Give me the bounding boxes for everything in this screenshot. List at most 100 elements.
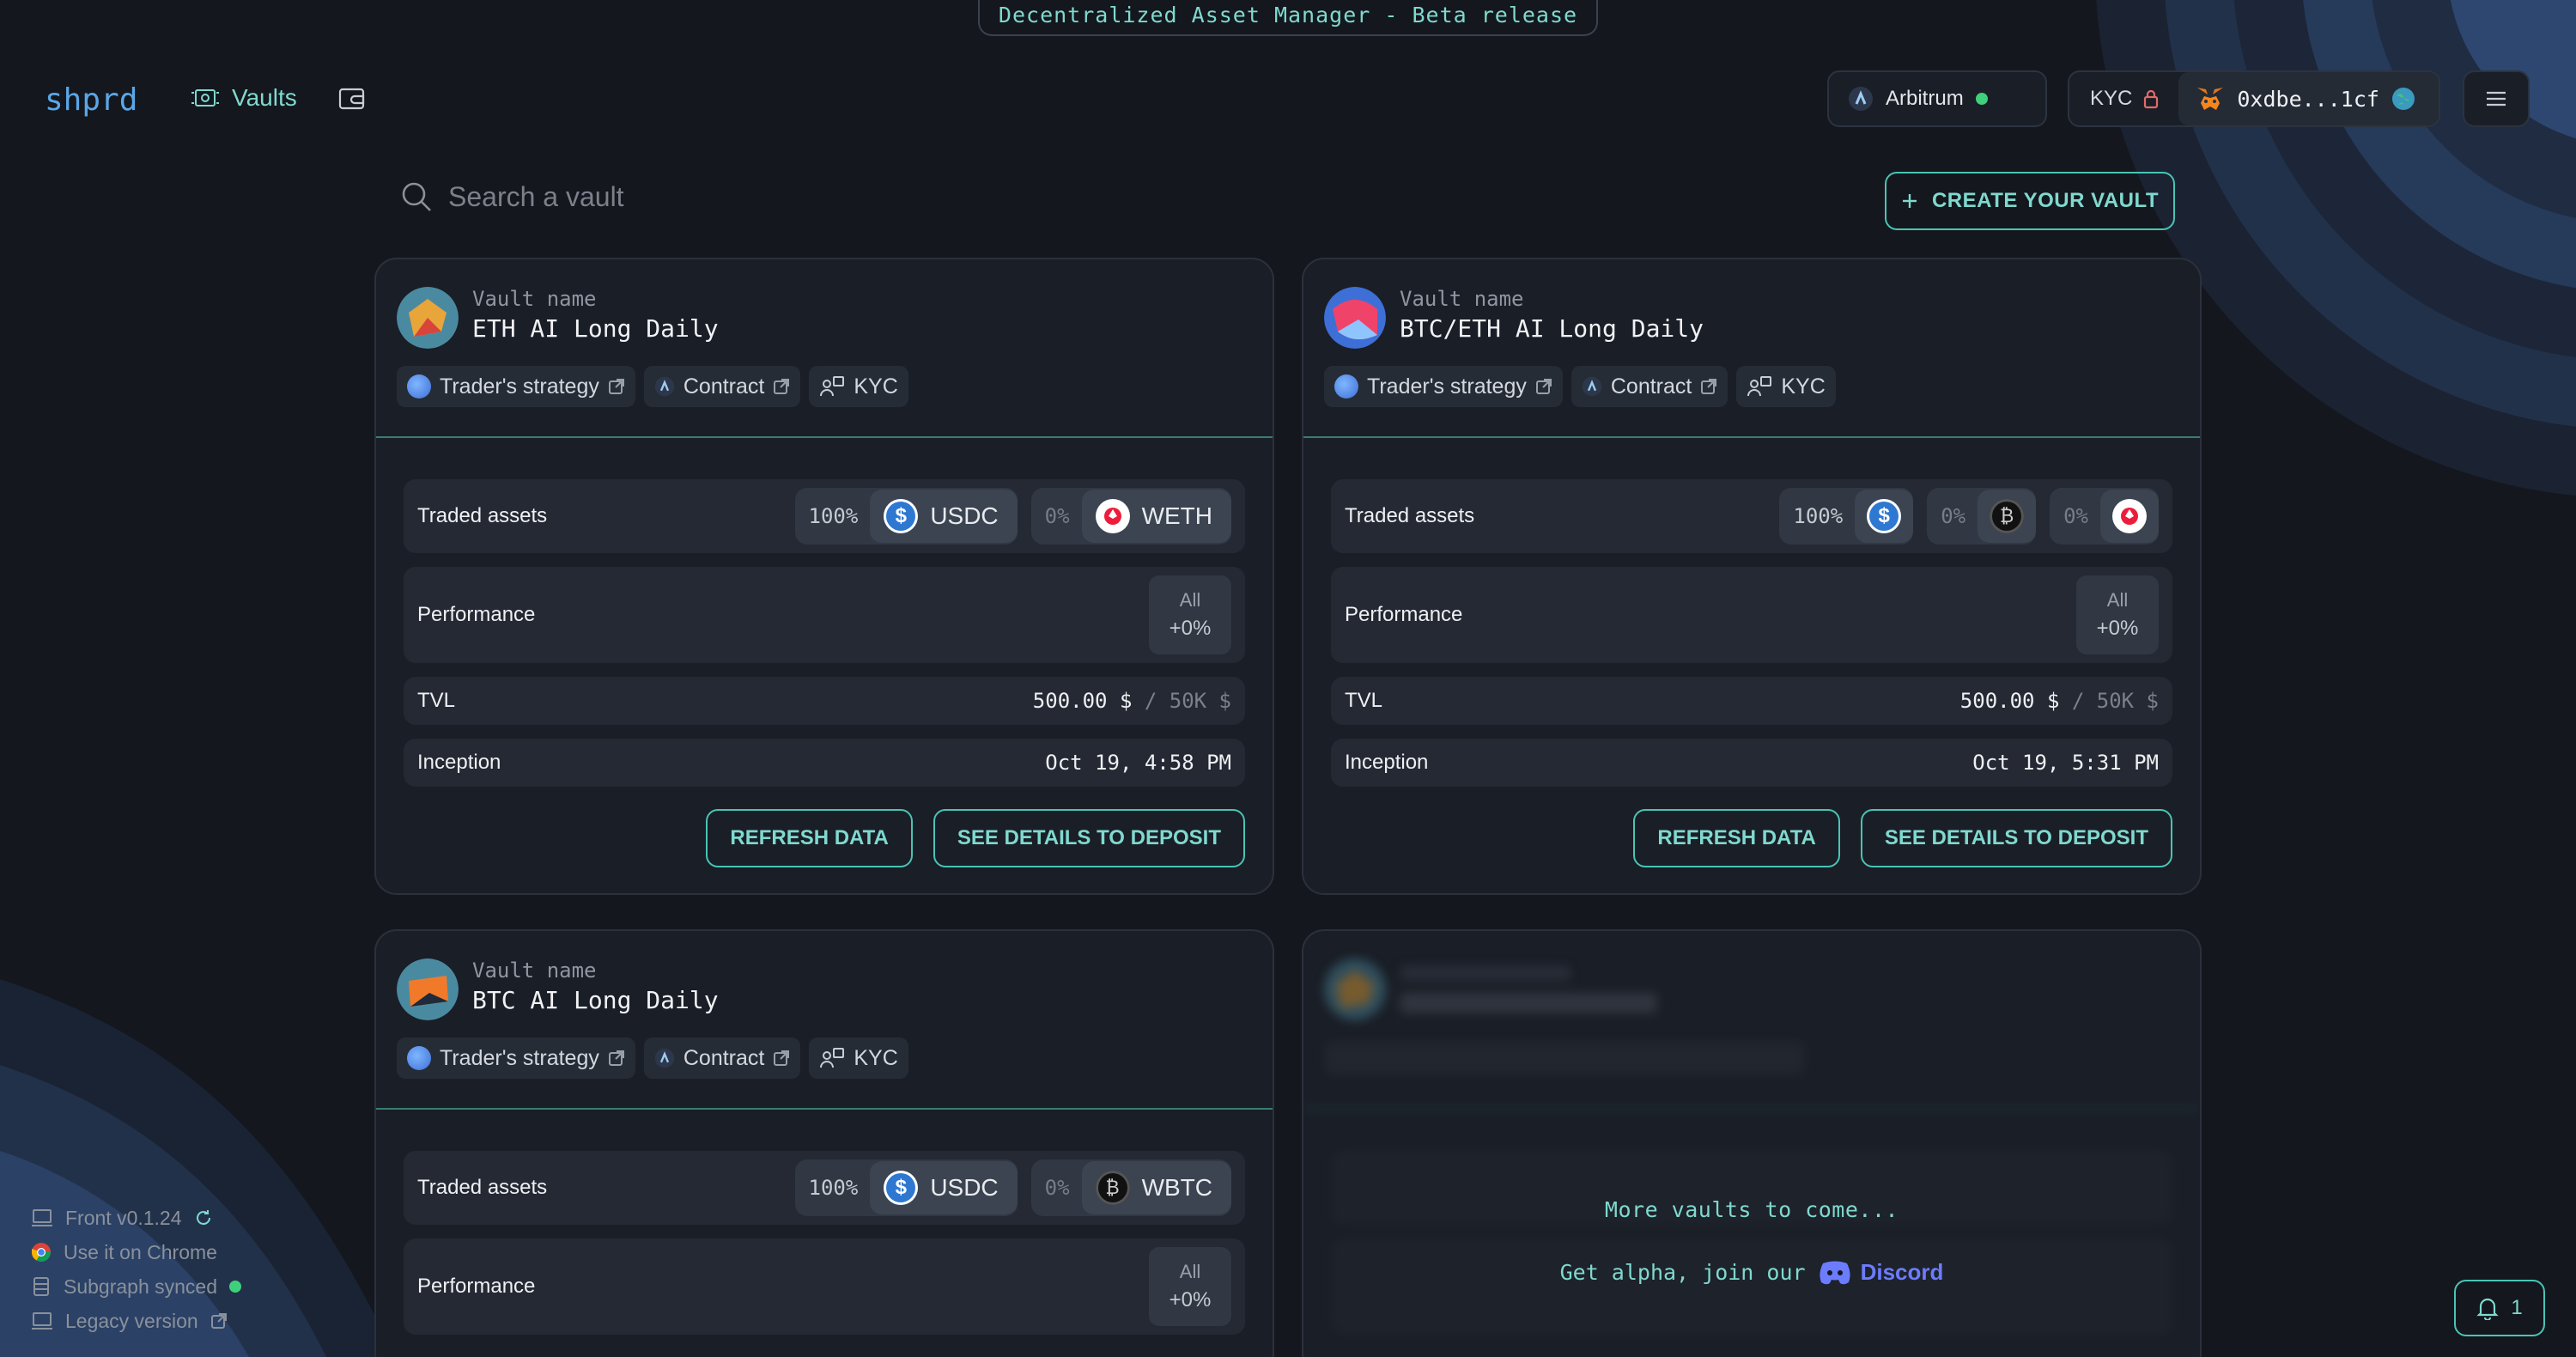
vault-card: Vault name BTC/ETH AI Long Daily Trader'… (1302, 258, 2202, 895)
vault-name: ETH AI Long Daily (472, 314, 719, 343)
notification-count: 1 (2511, 1296, 2523, 1319)
performance-period: All (1179, 589, 1201, 611)
discord-icon (1819, 1261, 1850, 1284)
contract-link[interactable]: Contract (643, 366, 801, 407)
traded-assets-row: Traded assets 100% $ 0% ₿ 0% (1331, 479, 2172, 553)
strategy-icon (407, 1046, 431, 1070)
discord-invite: Get alpha, join our Discord (1303, 1259, 2200, 1286)
wallet-address-button[interactable]: 0xdbe...1cf (2178, 72, 2439, 125)
traded-assets-row: Traded assets 100% $ USDC 0% ₿ WBTC (404, 1151, 1245, 1225)
arbitrum-icon (654, 376, 675, 397)
front-version[interactable]: Front v0.1.24 (31, 1207, 241, 1229)
discord-link[interactable]: Discord (1818, 1259, 1944, 1286)
asset-percent: 0% (2063, 504, 2088, 528)
asset-allocation: 0% ₿ (1927, 488, 2037, 545)
asset-allocation: 0% (2050, 488, 2159, 545)
see-details-button[interactable]: SEE DETAILS TO DEPOSIT (1860, 809, 2172, 867)
external-link-icon (774, 379, 790, 394)
weth-icon (2112, 499, 2147, 533)
trader-strategy-link[interactable]: Trader's strategy (397, 366, 635, 407)
contract-link[interactable]: Contract (643, 1038, 801, 1079)
weth-icon (1095, 499, 1130, 533)
external-link-icon (210, 1313, 227, 1329)
subgraph-status-dot (229, 1281, 242, 1293)
usdc-icon: $ (1867, 499, 1902, 533)
inception-row: Inception Oct 19, 4:58 PM (404, 739, 1245, 787)
app-logo[interactable]: shprd (45, 82, 137, 118)
user-id-icon (1747, 376, 1772, 397)
menu-button[interactable] (2463, 70, 2530, 127)
performance-row: Performance All +0% (1331, 567, 2172, 663)
bell-icon (2476, 1298, 2499, 1320)
arbitrum-icon (1582, 376, 1602, 397)
contract-link[interactable]: Contract (1571, 366, 1728, 407)
vault-name-label: Vault name (1400, 287, 1524, 311)
asset-allocation: 0% ₿ WBTC (1030, 1159, 1231, 1216)
asset-symbol: USDC (930, 502, 999, 529)
kyc-tag-label: KYC (1781, 374, 1826, 399)
see-details-button[interactable]: SEE DETAILS TO DEPOSIT (933, 809, 1245, 867)
performance-all[interactable]: All +0% (1149, 1247, 1231, 1326)
performance-value: +0% (2096, 617, 2139, 640)
trader-strategy-label: Trader's strategy (440, 1045, 599, 1070)
contract-label: Contract (1610, 374, 1692, 399)
asset-percent: 0% (1044, 504, 1070, 528)
vault-search (400, 180, 1173, 213)
usdc-icon: $ (884, 499, 919, 533)
traded-assets-row: Traded assets 100% $ USDC 0% WETH (404, 479, 1245, 553)
chrome-icon (32, 1243, 51, 1262)
traded-assets-label: Traded assets (417, 504, 548, 527)
footer-links: Front v0.1.24 Use it on Chrome Subgraph … (31, 1207, 242, 1332)
inception-label: Inception (1345, 751, 1429, 774)
tvl-row: TVL 500.00 $ / 50K $ (1331, 677, 2172, 725)
external-link-icon (774, 1050, 790, 1066)
inception-date: Oct 19, 5:31 PM (1972, 751, 2159, 775)
lock-icon (2144, 89, 2159, 109)
asset-allocation: 100% $ (1779, 488, 1914, 545)
laptop-icon (32, 1312, 52, 1330)
tvl-row: TVL 500.00 $ / 50K $ (404, 677, 1245, 725)
wallet-address: 0xdbe...1cf (2237, 86, 2379, 112)
traded-assets-label: Traded assets (417, 1176, 548, 1199)
network-selector[interactable]: Arbitrum (1827, 70, 2047, 127)
globe-icon (2391, 88, 2415, 110)
asset-allocation: 0% WETH (1030, 488, 1231, 545)
tvl-label: TVL (1345, 689, 1383, 712)
network-status-dot (1975, 93, 1988, 105)
chrome-link[interactable]: Use it on Chrome (31, 1241, 241, 1263)
tvl-label: TVL (417, 689, 456, 712)
inception-label: Inception (417, 751, 501, 774)
discord-label: Discord (1860, 1259, 1944, 1285)
legacy-version-link[interactable]: Legacy version (31, 1310, 241, 1332)
performance-period: All (2106, 589, 2129, 611)
beta-banner: Decentralized Asset Manager - Beta relea… (978, 0, 1598, 36)
kyc-tag: KYC (1736, 366, 1836, 407)
performance-row: Performance All +0% (404, 1238, 1245, 1335)
refresh-data-button[interactable]: REFRESH DATA (706, 809, 913, 867)
user-id-icon (820, 1048, 845, 1068)
create-vault-label: CREATE YOUR VAULT (1931, 189, 2160, 212)
nav-wallet[interactable] (338, 86, 366, 116)
nav-vaults[interactable]: Vaults (191, 84, 297, 112)
performance-all[interactable]: All +0% (1149, 575, 1231, 654)
laptop-icon (32, 1209, 52, 1226)
notifications-button[interactable]: 1 (2454, 1280, 2545, 1336)
asset-allocation: 100% $ USDC (794, 1159, 1018, 1216)
tvl-cap: / 50K $ (1144, 689, 1231, 713)
vault-card: Vault name BTC AI Long Daily Trader's st… (374, 929, 1274, 1357)
trader-strategy-label: Trader's strategy (1367, 374, 1527, 399)
vault-name-label: Vault name (472, 287, 597, 311)
asset-symbol: WETH (1141, 502, 1212, 529)
trader-strategy-link[interactable]: Trader's strategy (397, 1038, 635, 1079)
vault-avatar (1324, 287, 1386, 349)
search-input[interactable] (448, 180, 1049, 213)
performance-all[interactable]: All +0% (2076, 575, 2159, 654)
external-link-icon (608, 379, 624, 394)
vault-name: BTC AI Long Daily (472, 986, 719, 1014)
wallet-icon (338, 88, 365, 110)
create-vault-button[interactable]: CREATE YOUR VAULT (1885, 172, 2175, 230)
subgraph-label: Subgraph synced (64, 1275, 218, 1298)
trader-strategy-link[interactable]: Trader's strategy (1324, 366, 1563, 407)
account-chip[interactable]: KYC 0xdbe...1cf (2068, 70, 2440, 127)
refresh-data-button[interactable]: REFRESH DATA (1633, 809, 1840, 867)
